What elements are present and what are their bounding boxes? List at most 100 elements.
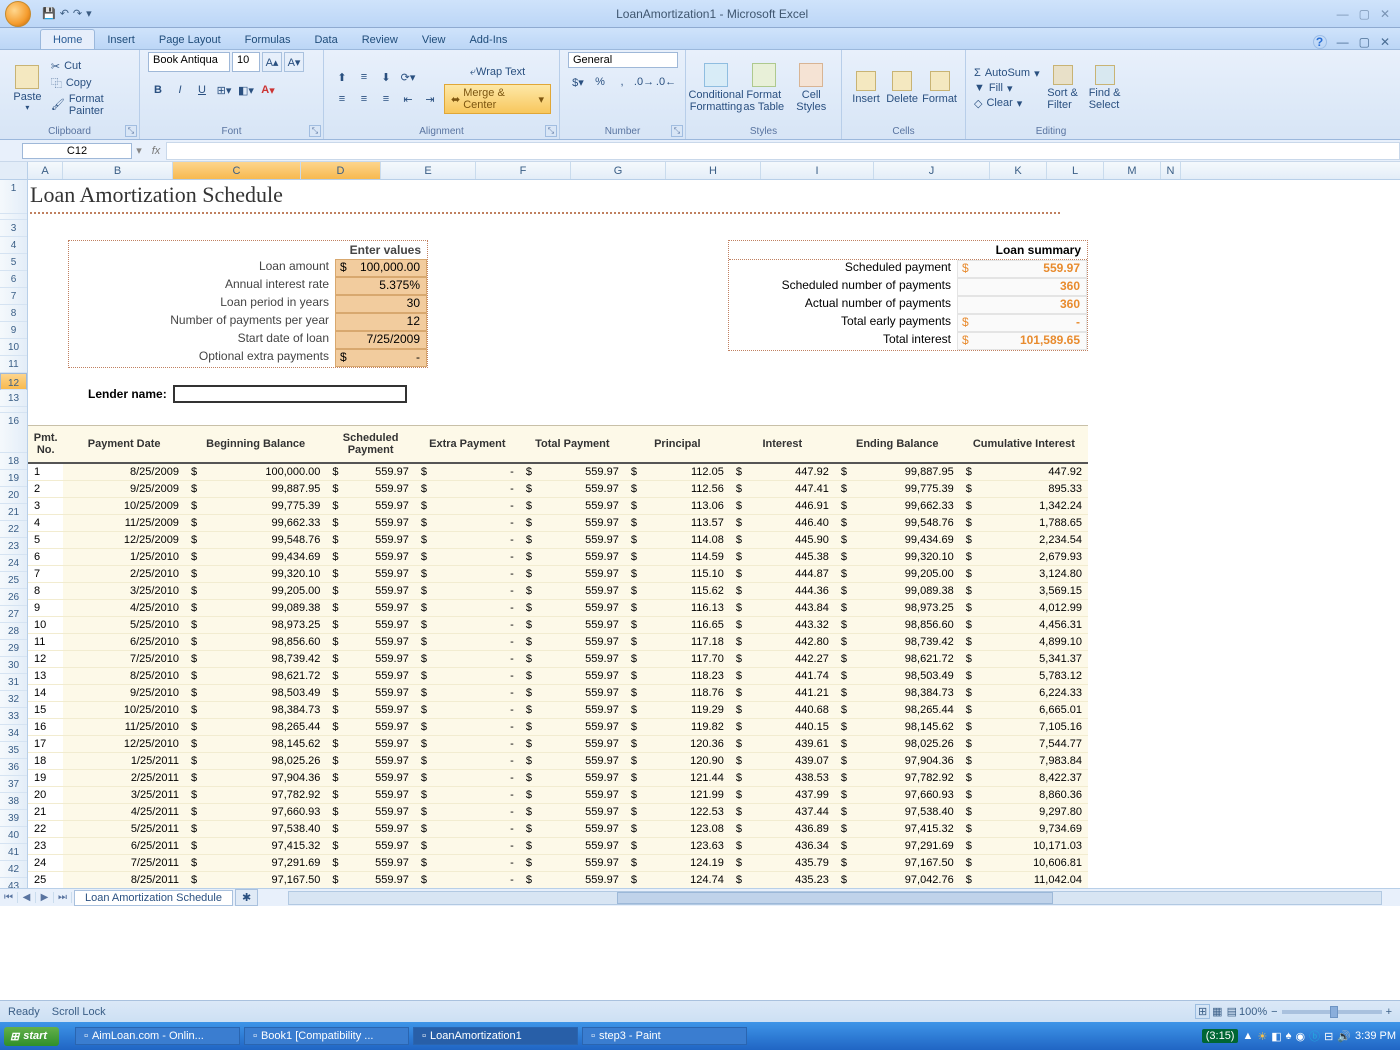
table-row[interactable]: 258/25/201197,167.50559.97-559.97124.744…	[28, 871, 1088, 888]
find-select-button[interactable]: Find & Select	[1086, 65, 1124, 111]
row-header[interactable]: 34	[0, 725, 27, 742]
table-row[interactable]: 72/25/201099,320.10559.97-559.97115.1044…	[28, 565, 1088, 582]
taskbar-item[interactable]: ▫AimLoan.com - Onlin...	[75, 1027, 240, 1045]
tab-home[interactable]: Home	[40, 29, 95, 49]
column-header[interactable]: H	[666, 162, 761, 179]
format-cells-button[interactable]: Format	[922, 71, 957, 105]
row-header[interactable]: 29	[0, 640, 27, 657]
font-size-select[interactable]: 10	[232, 52, 260, 72]
merge-center-button[interactable]: ⬌Merge & Center▾	[444, 84, 551, 114]
row-header[interactable]: 26	[0, 589, 27, 606]
table-row[interactable]: 236/25/201197,415.32559.97-559.97123.634…	[28, 837, 1088, 854]
bold-button[interactable]: B	[148, 80, 168, 100]
namebox-dropdown-icon[interactable]: ▾	[132, 144, 146, 157]
row-header[interactable]: 4	[0, 237, 27, 254]
tray-icon[interactable]: ⓑ	[1309, 1028, 1320, 1044]
alignment-launcher[interactable]: ⤡	[545, 125, 557, 137]
row-header[interactable]: 1	[0, 180, 27, 214]
view-normal-icon[interactable]: ⊞	[1195, 1004, 1210, 1019]
row-header[interactable]: 30	[0, 657, 27, 674]
row-header[interactable]: 5	[0, 254, 27, 271]
decrease-decimal-button[interactable]: .0←	[656, 72, 676, 92]
table-row[interactable]: 18/25/2009100,000.00559.97-559.97112.054…	[28, 463, 1088, 480]
row-header[interactable]: 40	[0, 827, 27, 844]
row-header[interactable]: 28	[0, 623, 27, 640]
table-row[interactable]: 192/25/201197,904.36559.97-559.97121.444…	[28, 769, 1088, 786]
table-row[interactable]: 1712/25/201098,145.62559.97-559.97120.36…	[28, 735, 1088, 752]
column-header[interactable]: G	[571, 162, 666, 179]
table-row[interactable]: 512/25/200999,548.76559.97-559.97114.084…	[28, 531, 1088, 548]
accounting-button[interactable]: $▾	[568, 72, 588, 92]
office-button[interactable]	[0, 0, 36, 28]
number-launcher[interactable]: ⤡	[671, 125, 683, 137]
qat-save-icon[interactable]: 💾	[42, 7, 56, 20]
indent-increase-button[interactable]: ⇥	[420, 89, 440, 109]
row-header[interactable]: 42	[0, 861, 27, 878]
clipboard-launcher[interactable]: ⤡	[125, 125, 137, 137]
increase-decimal-button[interactable]: .0→	[634, 72, 654, 92]
doc-restore-icon[interactable]: ▢	[1359, 35, 1370, 49]
row-header[interactable]: 11	[0, 356, 27, 373]
align-middle-button[interactable]: ≡	[354, 67, 374, 87]
row-header[interactable]: 18	[0, 453, 27, 470]
minimize-icon[interactable]: —	[1333, 7, 1353, 21]
cell-styles-button[interactable]: Cell Styles	[790, 63, 834, 113]
fill-color-button[interactable]: ◧▾	[236, 80, 256, 100]
tray-icon[interactable]: ⊟	[1324, 1030, 1333, 1043]
shrink-font-button[interactable]: A▾	[284, 52, 304, 72]
zoom-value[interactable]: 100%	[1239, 1006, 1267, 1018]
orientation-button[interactable]: ⟳▾	[398, 67, 418, 87]
row-header[interactable]: 36	[0, 759, 27, 776]
row-header[interactable]: 9	[0, 322, 27, 339]
table-row[interactable]: 127/25/201098,739.42559.97-559.97117.704…	[28, 650, 1088, 667]
sort-filter-button[interactable]: Sort & Filter	[1044, 65, 1082, 111]
align-left-button[interactable]: ≡	[332, 89, 352, 109]
column-header[interactable]: E	[381, 162, 476, 179]
comma-button[interactable]: ,	[612, 72, 632, 92]
horizontal-scrollbar[interactable]	[288, 891, 1382, 905]
paste-button[interactable]: Paste▾	[8, 65, 47, 112]
table-row[interactable]: 181/25/201198,025.26559.97-559.97120.904…	[28, 752, 1088, 769]
column-header[interactable]: M	[1104, 162, 1161, 179]
start-date-value[interactable]: 7/25/2009	[335, 331, 427, 349]
extra-payments-value[interactable]: -	[335, 349, 427, 367]
row-header[interactable]: 31	[0, 674, 27, 691]
loan-amount-value[interactable]: 100,000.00	[335, 259, 427, 277]
zoom-in-icon[interactable]: +	[1386, 1006, 1392, 1018]
tray-clock[interactable]: 3:39 PM	[1355, 1030, 1396, 1042]
restore-icon[interactable]: ▢	[1355, 7, 1374, 21]
table-row[interactable]: 214/25/201197,660.93559.97-559.97122.534…	[28, 803, 1088, 820]
row-header[interactable]: 32	[0, 691, 27, 708]
row-header[interactable]: 41	[0, 844, 27, 861]
align-bottom-button[interactable]: ⬇	[376, 67, 396, 87]
qat-undo-icon[interactable]: ↶	[60, 7, 69, 20]
delete-cells-button[interactable]: Delete	[886, 71, 918, 105]
row-header[interactable]: 19	[0, 470, 27, 487]
copy-button[interactable]: ⿻Copy	[51, 75, 131, 91]
align-right-button[interactable]: ≡	[376, 89, 396, 109]
tray-scheduled[interactable]: (3:15)	[1202, 1029, 1239, 1043]
font-launcher[interactable]: ⤡	[309, 125, 321, 137]
taskbar-item[interactable]: ▫step3 - Paint	[582, 1027, 747, 1045]
row-header[interactable]: 21	[0, 504, 27, 521]
row-header[interactable]: 25	[0, 572, 27, 589]
sheet-nav-first-icon[interactable]: ⏮	[0, 892, 18, 903]
table-row[interactable]: 83/25/201099,205.00559.97-559.97115.6244…	[28, 582, 1088, 599]
zoom-out-icon[interactable]: −	[1271, 1006, 1277, 1018]
formula-input[interactable]	[166, 142, 1400, 160]
column-header[interactable]: D	[301, 162, 381, 179]
border-button[interactable]: ⊞▾	[214, 80, 234, 100]
conditional-formatting-button[interactable]: Conditional Formatting	[694, 63, 738, 113]
table-row[interactable]: 94/25/201099,089.38559.97-559.97116.1344…	[28, 599, 1088, 616]
tab-insert[interactable]: Insert	[95, 30, 147, 49]
column-header[interactable]: L	[1047, 162, 1104, 179]
cut-button[interactable]: ✂Cut	[51, 60, 131, 73]
row-header[interactable]: 13	[0, 390, 27, 407]
font-color-button[interactable]: A▾	[258, 80, 278, 100]
clear-button[interactable]: ◇ Clear ▾	[974, 97, 1040, 110]
column-header[interactable]: A	[28, 162, 63, 179]
row-header[interactable]: 33	[0, 708, 27, 725]
tab-data[interactable]: Data	[302, 30, 349, 49]
row-header[interactable]: 24	[0, 555, 27, 572]
align-center-button[interactable]: ≡	[354, 89, 374, 109]
